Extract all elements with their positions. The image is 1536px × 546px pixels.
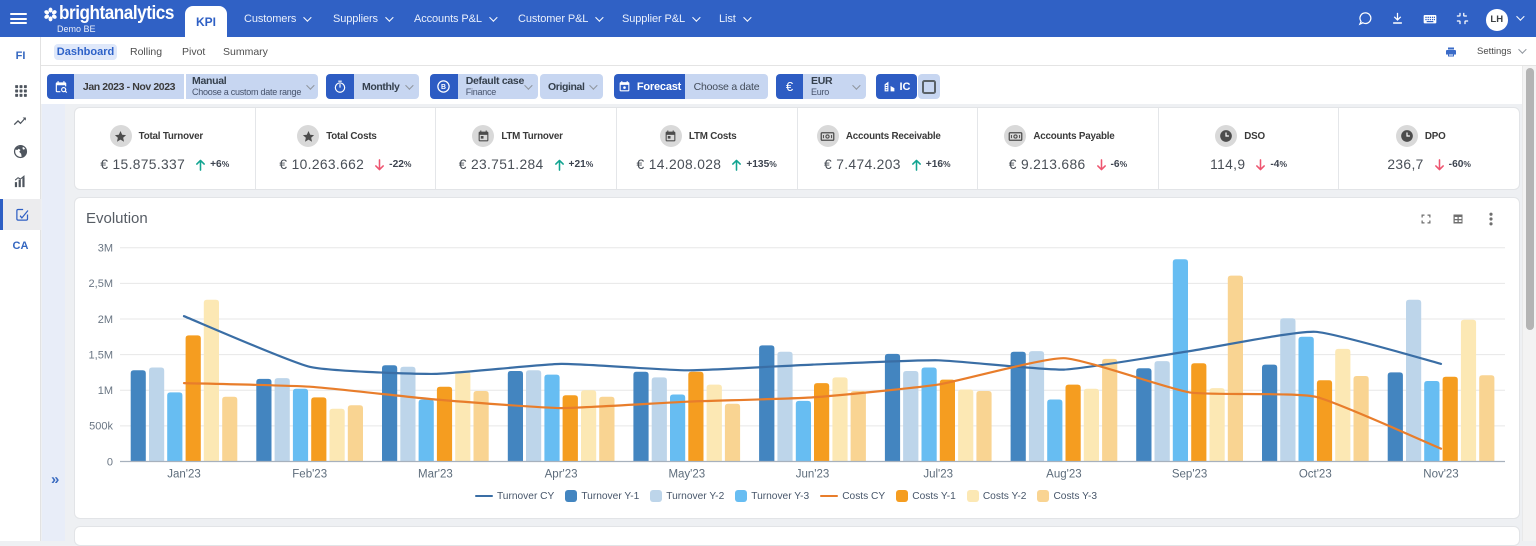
svg-text:B: B bbox=[441, 84, 446, 91]
